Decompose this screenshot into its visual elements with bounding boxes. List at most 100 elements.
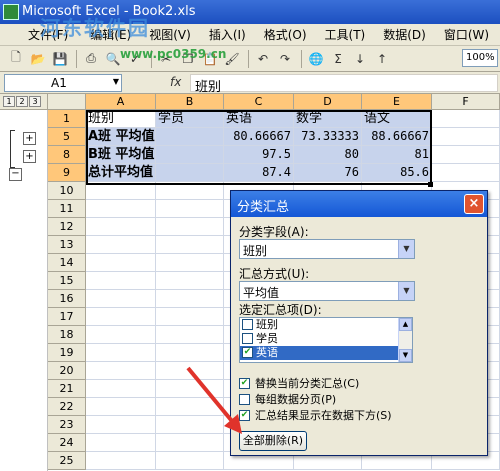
grid-cell[interactable]	[432, 110, 500, 128]
grid-cell[interactable]	[86, 290, 156, 308]
grid-cell[interactable]: 73.33333	[294, 128, 362, 146]
chevron-down-icon[interactable]: ▼	[113, 77, 119, 86]
close-icon[interactable]: ×	[464, 194, 484, 214]
menu-edit[interactable]: 编辑(E)	[90, 26, 131, 43]
grid-cell[interactable]	[156, 146, 224, 164]
expand-group-a-button[interactable]: +	[23, 132, 36, 145]
scroll-down-icon[interactable]: ▼	[399, 349, 412, 362]
menu-tools[interactable]: 工具(T)	[325, 26, 366, 43]
list-item[interactable]: ✔ 英语	[240, 346, 412, 360]
grid-cell[interactable]: 80.66667	[224, 128, 294, 146]
grid-cell[interactable]	[432, 128, 500, 146]
column-header-b[interactable]: B	[156, 94, 224, 110]
grid-cell[interactable]	[432, 146, 500, 164]
checkbox-checked-icon[interactable]: ✔	[239, 378, 250, 389]
grid-cell[interactable]: 81	[362, 146, 432, 164]
summary-below-checkbox[interactable]: ✔ 汇总结果显示在数据下方(S)	[239, 409, 392, 423]
new-icon[interactable]: 🗋	[6, 49, 26, 69]
grid-cell[interactable]	[156, 308, 224, 326]
menu-format[interactable]: 格式(O)	[264, 26, 307, 43]
save-icon[interactable]: 💾	[50, 49, 70, 69]
grid-cell[interactable]: 80	[294, 146, 362, 164]
row-header[interactable]: 12	[48, 218, 86, 236]
grid-cell[interactable]	[86, 434, 156, 452]
grid-cell[interactable]	[156, 452, 224, 470]
row-header[interactable]: 23	[48, 416, 86, 434]
grid-cell[interactable]	[156, 164, 224, 182]
list-scrollbar[interactable]: ▲ ▼	[398, 318, 412, 362]
row-header[interactable]: 15	[48, 272, 86, 290]
open-icon[interactable]: 📂	[28, 49, 48, 69]
grid-cell[interactable]	[86, 200, 156, 218]
grid-cell[interactable]: 85.6	[362, 164, 432, 182]
row-header[interactable]: 14	[48, 254, 86, 272]
grid-cell[interactable]	[86, 218, 156, 236]
grid-cell[interactable]	[156, 272, 224, 290]
grid-cell[interactable]	[86, 398, 156, 416]
row-header[interactable]: 10	[48, 182, 86, 200]
group-by-select[interactable]: 班别 ▼	[239, 239, 415, 259]
copy-icon[interactable]: ❐	[178, 49, 198, 69]
chevron-down-icon[interactable]: ▼	[398, 282, 414, 300]
paste-icon[interactable]: 📋	[200, 49, 220, 69]
grid-cell[interactable]	[156, 218, 224, 236]
grid-cell[interactable]	[86, 254, 156, 272]
sort-asc-icon[interactable]: ↓	[350, 49, 370, 69]
outline-level-3-button[interactable]: 3	[29, 96, 41, 107]
row-header[interactable]: 22	[48, 398, 86, 416]
grid-cell[interactable]	[156, 290, 224, 308]
row-header[interactable]: 8	[48, 146, 86, 164]
grid-cell[interactable]: 班别	[86, 110, 156, 128]
grid-cell[interactable]	[156, 182, 224, 200]
hyperlink-icon[interactable]: 🌐	[306, 49, 326, 69]
grid-cell[interactable]: 97.5	[224, 146, 294, 164]
grid-cell[interactable]: 英语	[224, 110, 294, 128]
grid-cell[interactable]	[86, 272, 156, 290]
checkbox-icon[interactable]	[242, 319, 253, 330]
grid-cell[interactable]	[86, 452, 156, 470]
column-header-c[interactable]: C	[224, 94, 294, 110]
grid-cell[interactable]	[156, 200, 224, 218]
sort-desc-icon[interactable]: ↑	[372, 49, 392, 69]
undo-icon[interactable]: ↶	[253, 49, 273, 69]
spell-icon[interactable]: ✓	[125, 49, 145, 69]
zoom-select[interactable]: 100%	[462, 49, 498, 67]
grid-cell[interactable]: 87.4	[224, 164, 294, 182]
name-box[interactable]: A1 ▼	[4, 74, 122, 92]
outline-level-1-button[interactable]: 1	[3, 96, 15, 107]
grid-cell[interactable]	[432, 164, 500, 182]
grid-cell[interactable]: A班 平均值	[86, 128, 156, 146]
fx-icon[interactable]: fx	[170, 75, 181, 89]
formula-input[interactable]: 班别	[190, 74, 498, 95]
grid-cell[interactable]	[86, 416, 156, 434]
row-header[interactable]: 17	[48, 308, 86, 326]
grid-cell[interactable]	[156, 326, 224, 344]
grid-cell[interactable]	[86, 326, 156, 344]
autosum-icon[interactable]: Σ	[328, 49, 348, 69]
chevron-down-icon[interactable]: ▼	[398, 240, 414, 258]
grid-cell[interactable]	[86, 308, 156, 326]
grid-cell[interactable]	[156, 434, 224, 452]
column-header-e[interactable]: E	[362, 94, 432, 110]
grid-cell[interactable]: 76	[294, 164, 362, 182]
row-header[interactable]: 16	[48, 290, 86, 308]
page-break-checkbox[interactable]: 每组数据分页(P)	[239, 393, 336, 407]
collapse-all-button[interactable]: −	[9, 168, 22, 181]
row-header[interactable]: 19	[48, 344, 86, 362]
menu-file[interactable]: 文件(F)	[28, 26, 68, 43]
menu-window[interactable]: 窗口(W)	[444, 26, 489, 43]
grid-cell[interactable]: 88.66667	[362, 128, 432, 146]
row-header[interactable]: 5	[48, 128, 86, 146]
grid-cell[interactable]: 语文	[362, 110, 432, 128]
grid-cell[interactable]	[156, 398, 224, 416]
row-header[interactable]: 13	[48, 236, 86, 254]
row-header[interactable]: 1	[48, 110, 86, 128]
outline-level-2-button[interactable]: 2	[16, 96, 28, 107]
grid-cell[interactable]: 数学	[294, 110, 362, 128]
row-header[interactable]: 20	[48, 362, 86, 380]
grid-cell[interactable]	[86, 182, 156, 200]
row-header[interactable]: 21	[48, 380, 86, 398]
row-header[interactable]: 24	[48, 434, 86, 452]
grid-cell[interactable]	[156, 380, 224, 398]
redo-icon[interactable]: ↷	[275, 49, 295, 69]
